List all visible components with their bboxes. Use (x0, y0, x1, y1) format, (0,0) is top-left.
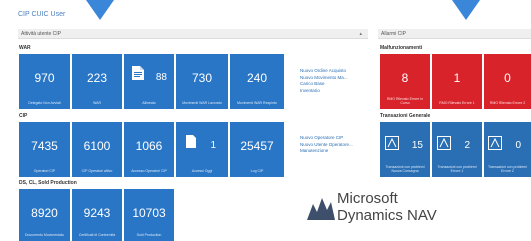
tile-cip-4[interactable]: 1 Accessi Oggi (176, 122, 228, 177)
tile-war-2[interactable]: 223 WAR (72, 54, 122, 109)
tile-alarm-1[interactable]: 8 RMO Rilevato Errore In Corso (380, 54, 430, 109)
tile-alarm-3[interactable]: 0 RMO Rilevato Errore 2 (484, 54, 531, 109)
section-title-malfunctions: Malfunzionamenti (380, 45, 423, 51)
tile-value: 88 (155, 72, 167, 83)
tile-label: Movimenti WAR Lavorato (182, 101, 222, 105)
tile-alarm-2[interactable]: 1 RMO Rilevato Errore 1 (432, 54, 482, 109)
tile-value: 970 (34, 71, 55, 85)
tile-value: 1 (210, 140, 216, 151)
tile-value: 1 (453, 71, 461, 85)
tile-transaction-3[interactable]: 0 Transazioni con problemi Errore 2 (484, 122, 531, 177)
tile-transaction-1[interactable]: 15 Transazioni con problemi Nuova Conseg… (380, 122, 430, 177)
cip-links: Nuovo Operatore CIP Nuovo Utente Operato… (300, 135, 353, 155)
chart-doc-icon (488, 136, 502, 150)
tile-prod-1[interactable]: 8920 Documento Movimentato (19, 189, 70, 241)
tile-label: Accesso Operatori CIP (131, 169, 167, 173)
tile-label: Transazioni con problemi Errore 2 (488, 165, 527, 173)
logo-line2: Dynamics NAV (337, 207, 437, 224)
tile-label: RMO Rilevato Errore 1 (439, 101, 475, 105)
section-title-cip: CIP (19, 113, 28, 119)
tile-label: CIP Operatori attivo (81, 169, 113, 173)
chart-doc-icon (385, 136, 399, 150)
tile-value: 6100 (83, 139, 111, 153)
tile-label: Documento Movimentato (25, 233, 64, 237)
link-maintenance[interactable]: Manutenzione (300, 148, 353, 155)
tile-prod-2[interactable]: 9243 Certificati di Conformità (72, 189, 122, 241)
section-title-war: WAR (19, 45, 31, 51)
tile-war-3[interactable]: 88 Allineato (124, 54, 174, 109)
dynamics-nav-logo: Microsoft Dynamics NAV (297, 190, 467, 224)
tile-value: 730 (191, 71, 213, 85)
tile-value: 0 (504, 71, 511, 85)
tile-value: 7435 (31, 139, 58, 153)
document-icon (132, 66, 144, 80)
section-title-sold-production: DS, CL, Sold Production (19, 180, 77, 186)
tile-label: Accessi Oggi (191, 169, 213, 173)
link-new-order[interactable]: Nuovo Ordine Acquisto (300, 68, 348, 75)
tile-cip-1[interactable]: 7435 Operatori CIP (19, 122, 70, 177)
tile-value: 8 (401, 71, 409, 85)
link-inventory[interactable]: Inventario (300, 88, 348, 95)
alarms-panel-title: Allarmi CIP (381, 31, 407, 37)
tile-label: RMO Rilevato Errore In Corso (386, 97, 424, 105)
war-links: Nuovo Ordine Acquisto Nuovo Movimento Ma… (300, 68, 348, 94)
tile-value: 10703 (132, 206, 166, 220)
tile-label: Delegato Non Avviati (28, 101, 61, 105)
tile-label: Certificati di Conformità (78, 233, 116, 237)
alarms-panel-header[interactable]: Allarmi CIP (378, 29, 531, 39)
tile-value: 0 (515, 140, 521, 151)
section-title-transactions: Transazioni Generale (380, 113, 431, 119)
tile-value: 15 (411, 140, 423, 151)
tile-war-4[interactable]: 730 Movimenti WAR Lavorato (176, 54, 228, 109)
tile-label: Transazioni con problemi Errore 1 (437, 165, 477, 173)
document-icon (186, 135, 196, 148)
activity-panel-header[interactable]: Attività utente CIP ▴ (18, 29, 368, 39)
tile-label: Movimenti WAR Respinto (237, 101, 277, 105)
tile-value: 1066 (135, 139, 163, 153)
pointer-arrow-left-icon (86, 0, 114, 20)
tile-cip-2[interactable]: 6100 CIP Operatori attivo (72, 122, 122, 177)
tile-cip-5[interactable]: 25457 Log CIP (230, 122, 284, 177)
tile-label: WAR (92, 101, 102, 105)
tile-value: 25457 (240, 139, 274, 153)
tile-label: Transazioni con problemi Nuova Consegna (385, 165, 425, 173)
tile-war-1[interactable]: 970 Delegato Non Avviati (19, 54, 70, 109)
tile-prod-3[interactable]: 10703 Sold Production (124, 189, 174, 241)
dynamics-logo-icon (307, 198, 335, 220)
chart-doc-icon (437, 136, 451, 150)
tile-label: RMO Rilevato Errore 2 (489, 101, 526, 105)
tile-value: 2 (464, 140, 470, 151)
tile-value: 223 (86, 71, 108, 85)
tile-transaction-2[interactable]: 2 Transazioni con problemi Errore 1 (432, 122, 482, 177)
logo-line1: Microsoft (337, 190, 398, 207)
tile-label: Sold Production (136, 233, 162, 237)
tile-label: Allineato (142, 101, 156, 105)
tile-value: 8920 (31, 206, 58, 220)
tile-value: 240 (246, 71, 268, 85)
tile-cip-3[interactable]: 1066 Accesso Operatori CIP (124, 122, 174, 177)
tile-war-5[interactable]: 240 Movimenti WAR Respinto (230, 54, 284, 109)
tile-label: Operatori CIP (33, 169, 56, 173)
collapse-chevron-icon[interactable]: ▴ (359, 29, 362, 39)
pointer-arrow-right-icon (452, 0, 480, 20)
page-title: CIP CUIC User (18, 11, 66, 18)
tile-value: 9243 (83, 206, 111, 220)
tile-label: Log CIP (250, 169, 264, 173)
activity-panel-title: Attività utente CIP (21, 31, 62, 37)
